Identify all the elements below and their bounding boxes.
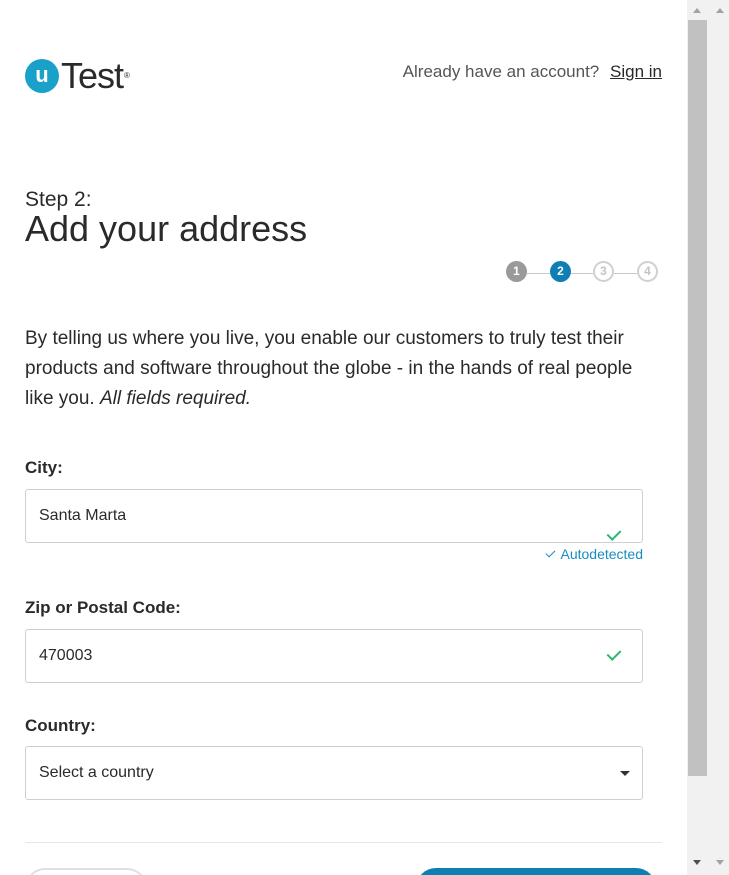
scroll-down-icon[interactable] — [693, 860, 701, 865]
city-label: City: — [25, 458, 63, 477]
back-button[interactable] — [25, 868, 147, 875]
scroll-up-icon[interactable] — [693, 8, 701, 13]
stepper-connector — [614, 273, 637, 274]
step-2-indicator: 2 — [550, 261, 571, 282]
zip-value: 470003 — [39, 647, 93, 664]
country-select[interactable]: Select a country — [25, 746, 643, 800]
check-icon — [606, 526, 622, 541]
autodetected-status: Autodetected — [546, 546, 643, 562]
logo-text: Test® — [61, 55, 130, 96]
sign-in-link[interactable]: Sign in — [610, 62, 662, 81]
page-title: Add your address — [25, 208, 308, 249]
progress-stepper: 1 2 3 4 — [506, 261, 662, 286]
city-value: Santa Marta — [39, 507, 127, 524]
country-value: Select a country — [39, 764, 154, 781]
signup-page: u Test® Already have an account? Sign in… — [0, 0, 687, 875]
account-prompt-text: Already have an account? — [402, 62, 600, 81]
scroll-down-icon[interactable] — [716, 860, 724, 865]
zip-field[interactable]: 470003 — [25, 629, 643, 683]
scrollbar-thumb[interactable] — [688, 20, 707, 776]
city-field[interactable]: Santa Marta — [25, 489, 643, 543]
account-prompt: Already have an account? Sign in — [403, 62, 662, 82]
scroll-up-icon[interactable] — [716, 8, 724, 13]
scrollbar[interactable] — [687, 0, 729, 875]
chevron-down-icon — [620, 771, 630, 776]
stepper-connector — [571, 273, 593, 274]
next-button[interactable] — [416, 868, 656, 875]
utest-logo[interactable]: u Test® — [25, 55, 130, 96]
stepper-connector — [527, 273, 550, 274]
step-1-indicator: 1 — [506, 261, 527, 282]
zip-label: Zip or Postal Code: — [25, 598, 181, 617]
check-icon — [546, 547, 556, 558]
country-label: Country: — [25, 716, 96, 735]
logo-registered-mark: ® — [124, 71, 130, 80]
form-divider — [25, 842, 662, 843]
check-icon — [606, 646, 622, 661]
intro-paragraph: By telling us where you live, you enable… — [25, 324, 655, 414]
logo-mark: u — [25, 59, 59, 93]
step-4-indicator: 4 — [637, 261, 658, 282]
step-3-indicator: 3 — [593, 261, 614, 282]
autodetected-label: Autodetected — [560, 546, 643, 562]
required-note: All fields required. — [99, 388, 252, 409]
